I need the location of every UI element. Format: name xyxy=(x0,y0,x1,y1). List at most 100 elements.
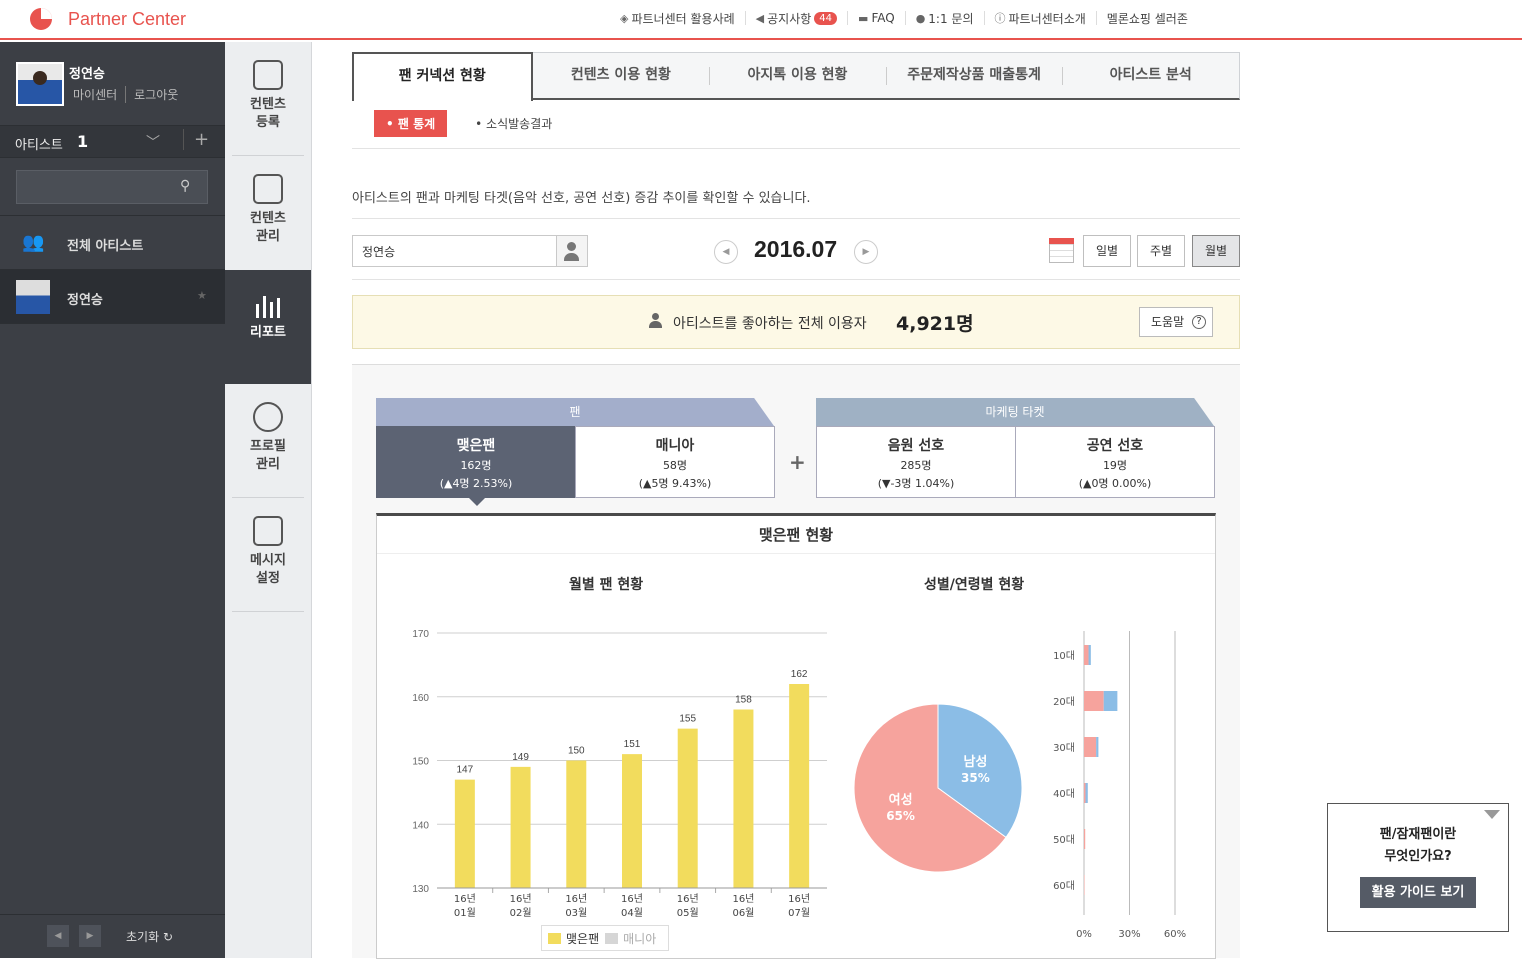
add-artist-icon[interactable]: + xyxy=(183,129,209,150)
card-delta: (▲4명 2.53%) xyxy=(377,475,575,491)
weekly-button[interactable]: 주별 xyxy=(1137,235,1185,267)
age-bar xyxy=(1086,783,1088,803)
menu-label: 관리 xyxy=(225,228,311,246)
nav-inquiry[interactable]: ●1:1 문의 xyxy=(905,11,984,25)
tab-custom-goods-sales[interactable]: 주문제작상품 매출통계 xyxy=(886,53,1063,98)
user-name: 정연승 xyxy=(69,63,105,82)
y-tick-label: 140 xyxy=(412,820,429,831)
prev-period-button[interactable]: ◀ xyxy=(714,240,738,264)
folder-icon: ▬ xyxy=(858,12,868,25)
charts-svg: 13014015016017014716년01월14916년02월15016년0… xyxy=(377,516,1215,956)
chevron-down-icon[interactable]: ﹀ xyxy=(146,132,160,152)
artist-search: ⚲ xyxy=(0,158,225,216)
y-tick-label: 10대 xyxy=(1053,650,1075,662)
search-icon[interactable]: ⚲ xyxy=(180,178,190,194)
brand-name: Partner Center xyxy=(68,9,186,30)
report-icon xyxy=(253,288,283,318)
sidebar-footer: ◀ ▶ 초기화 ↻ xyxy=(0,914,225,958)
person-icon xyxy=(649,313,661,331)
card-concert-preference[interactable]: 공연 선호 19명 (▲0명 0.00%) xyxy=(1015,426,1215,498)
card-count: 285명 xyxy=(817,457,1015,473)
age-bar xyxy=(1096,737,1098,757)
card-title: 맺은팬 xyxy=(377,435,575,455)
bar-value-label: 147 xyxy=(457,765,474,776)
nav-label: 파트너센터 활용사례 xyxy=(631,10,734,27)
nav-use-cases[interactable]: ◈파트너센터 활용사례 xyxy=(610,11,745,25)
nav-notice[interactable]: ◀공지사항44 xyxy=(745,11,847,25)
total-users-summary: 아티스트를 좋아하는 전체 이용자 4,921명 도움말? xyxy=(352,295,1240,349)
tab-content-usage[interactable]: 컨텐츠 이용 현황 xyxy=(533,53,710,98)
report-tabs: 팬 커넥션 현황 컨텐츠 이용 현황 아지톡 이용 현황 주문제작상품 매출통계… xyxy=(352,52,1240,100)
nav-label: 공지사항 xyxy=(767,10,811,27)
tab-artist-analysis[interactable]: 아티스트 분석 xyxy=(1062,53,1239,98)
card-music-preference[interactable]: 음원 선호 285명 (▼-3명 1.04%) xyxy=(816,426,1016,498)
y-tick-label: 50대 xyxy=(1053,834,1075,846)
menu-label: 메시지 xyxy=(225,552,311,570)
nav-seller-zone[interactable]: 멜론쇼핑 셀러존 xyxy=(1096,11,1198,25)
y-tick-label: 20대 xyxy=(1053,696,1075,708)
age-bar xyxy=(1084,783,1086,803)
subtab-news-results[interactable]: • 소식발송결과 xyxy=(475,115,552,132)
guide-button[interactable]: 활용 가이드 보기 xyxy=(1360,877,1476,908)
nav-faq[interactable]: ▬FAQ xyxy=(847,11,905,25)
subtab-fan-stats[interactable]: • 팬 통계 xyxy=(374,110,447,137)
monthly-button[interactable]: 월별 xyxy=(1192,235,1240,267)
card-count: 162명 xyxy=(377,457,575,473)
bar xyxy=(511,767,531,888)
x-tick-label: 16년 xyxy=(510,893,532,905)
x-tick-label: 16년 xyxy=(732,893,754,905)
my-center-link[interactable]: 마이센터 xyxy=(73,86,117,103)
prev-page-button[interactable]: ◀ xyxy=(47,925,69,947)
card-mania[interactable]: 매니아 58명 (▲5명 9.43%) xyxy=(575,426,775,498)
help-button[interactable]: 도움말? xyxy=(1139,307,1213,337)
artist-input[interactable] xyxy=(353,236,553,266)
menu-report[interactable]: 리포트 xyxy=(225,270,311,384)
age-bar xyxy=(1089,645,1091,665)
tab-fan-connection[interactable]: 팬 커넥션 현황 xyxy=(352,52,533,101)
menu-profile-manage[interactable]: 프로필 관리 xyxy=(225,384,311,498)
next-page-button[interactable]: ▶ xyxy=(79,925,101,947)
bar xyxy=(678,729,698,888)
guide-question: 팬/잠재팬이란 xyxy=(1328,824,1508,846)
sidebar-item-artist[interactable]: 정연승 ★ xyxy=(0,270,225,324)
pie-value-label: 65% xyxy=(886,809,915,823)
reset-label: 초기화 xyxy=(126,930,159,944)
marketing-group-header: 마케팅 타켓 xyxy=(816,398,1214,426)
main-menu: 컨텐츠 등록 컨텐츠 관리 리포트 프로필 관리 메시지 설정 xyxy=(225,42,312,958)
artist-count: 1 xyxy=(77,132,88,151)
card-count: 19명 xyxy=(1016,457,1214,473)
star-icon[interactable]: ★ xyxy=(197,289,207,302)
bar xyxy=(733,710,753,889)
user-profile: 정연승 마이센터 로그아웃 xyxy=(0,42,225,126)
next-period-button[interactable]: ▶ xyxy=(854,240,878,264)
sidebar-item-all-artists[interactable]: 👥 전체 아티스트 xyxy=(0,216,225,270)
menu-content-manage[interactable]: 컨텐츠 관리 xyxy=(225,156,311,270)
age-bar xyxy=(1084,691,1104,711)
daily-button[interactable]: 일별 xyxy=(1083,235,1131,267)
question-icon: ? xyxy=(1192,315,1206,329)
x-tick-label: 02월 xyxy=(510,907,532,919)
x-tick-label: 16년 xyxy=(788,893,810,905)
nav-label: 멜론쇼핑 셀러존 xyxy=(1107,10,1188,27)
calendar-icon[interactable] xyxy=(1049,238,1074,263)
bar xyxy=(622,754,642,888)
reset-button[interactable]: 초기화 ↻ xyxy=(126,928,173,945)
person-icon[interactable] xyxy=(556,236,587,266)
bar xyxy=(566,761,586,889)
x-tick-label: 04월 xyxy=(621,907,643,919)
logout-link[interactable]: 로그아웃 xyxy=(125,86,178,103)
nav-about[interactable]: ⓘ파트너센터소개 xyxy=(984,11,1096,25)
tab-azitalk-usage[interactable]: 아지톡 이용 현황 xyxy=(709,53,886,98)
card-connected-fans[interactable]: 맺은팬 162명 (▲4명 2.53%) xyxy=(376,426,576,498)
legend-swatch xyxy=(548,933,561,944)
artist-selector-bar: 아티스트 1 ﹀ + xyxy=(0,126,225,158)
menu-label: 리포트 xyxy=(225,324,311,342)
menu-message-settings[interactable]: 메시지 설정 xyxy=(225,498,311,612)
menu-content-register[interactable]: 컨텐츠 등록 xyxy=(225,42,311,156)
legend-item-connected[interactable]: 맺은팬 xyxy=(548,930,599,947)
page-description: 아티스트의 팬과 마케팅 타겟(음악 선호, 공연 선호) 증감 추이를 확인할… xyxy=(352,187,811,206)
partner-center-logo[interactable]: Partner Center xyxy=(30,8,186,30)
guide-popup: 팬/잠재팬이란 무엇인가요? 활용 가이드 보기 xyxy=(1327,803,1509,932)
collapse-triangle-icon[interactable] xyxy=(1484,810,1500,819)
legend-item-mania[interactable]: 매니아 xyxy=(605,930,656,947)
